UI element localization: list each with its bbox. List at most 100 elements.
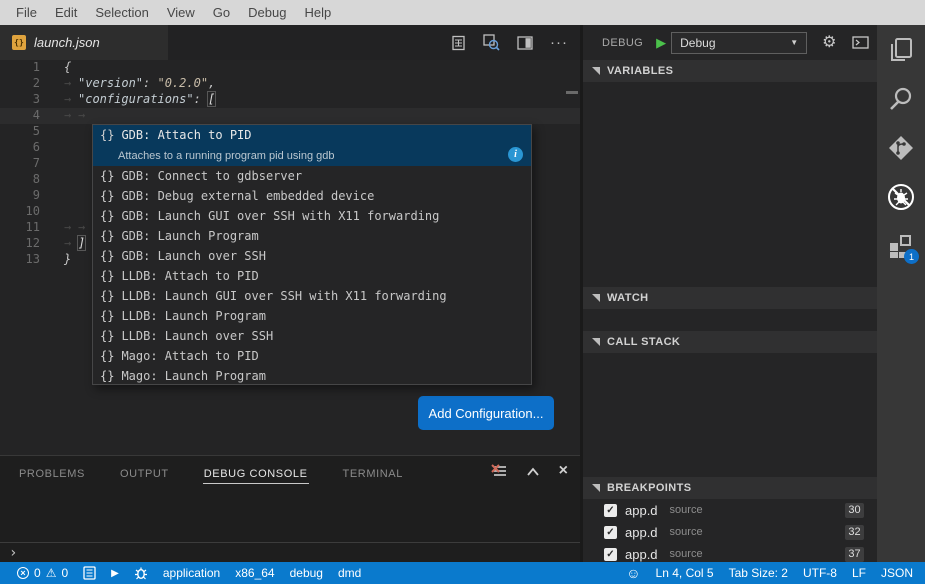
panel-tab[interactable]: DEBUG CONSOLE xyxy=(203,463,309,484)
line-number[interactable]: 8 xyxy=(0,172,40,188)
code-text xyxy=(40,124,64,140)
extensions-icon[interactable]: 1 xyxy=(877,221,925,270)
run-icon[interactable]: ▶ xyxy=(111,568,119,579)
breakpoint-checkbox[interactable] xyxy=(604,526,617,539)
suggest-item[interactable]: {} GDB: Connect to gdbserver xyxy=(93,166,531,186)
breakpoint-file: app.d xyxy=(625,503,658,518)
settings-gear-icon[interactable]: ⚙ xyxy=(822,35,836,51)
suggest-item[interactable]: {} LLDB: Launch Program xyxy=(93,306,531,326)
breakpoints-section-header[interactable]: BREAKPOINTS xyxy=(583,477,877,499)
selected-configuration: Debug xyxy=(680,36,715,50)
suggest-item[interactable]: {} LLDB: Attach to PID xyxy=(93,266,531,286)
call-stack-section-header[interactable]: CALL STACK xyxy=(583,331,877,353)
info-icon[interactable]: i xyxy=(508,147,523,162)
dub-file-icon[interactable] xyxy=(83,566,96,580)
debug-icon[interactable] xyxy=(877,172,925,221)
code-line[interactable]: 3→"configurations": [ xyxy=(0,92,580,108)
code-text: →→ xyxy=(40,220,92,236)
debug-configuration-select[interactable]: Debug ▼ xyxy=(671,32,807,54)
more-actions-icon[interactable]: ··· xyxy=(550,38,568,48)
line-number[interactable]: 3 xyxy=(0,92,40,108)
suggest-item[interactable]: {} LLDB: Launch GUI over SSH with X11 fo… xyxy=(93,286,531,306)
clear-console-icon[interactable] xyxy=(491,464,507,478)
debug-console-input[interactable]: › xyxy=(0,542,580,562)
status-bar-right: ☺ Ln 4, Col 5 Tab Size: 2 UTF-8 LF JSON xyxy=(626,566,913,580)
maximize-panel-icon[interactable] xyxy=(526,467,540,476)
menu-item[interactable]: Help xyxy=(295,5,340,20)
status-item[interactable]: LF xyxy=(852,566,866,580)
source-control-icon[interactable] xyxy=(877,123,925,172)
status-item[interactable]: dmd xyxy=(338,566,361,580)
code-line[interactable]: 4→→ xyxy=(0,108,580,124)
menu-item[interactable]: Go xyxy=(204,5,239,20)
menu-item[interactable]: File xyxy=(7,5,46,20)
menu-item[interactable]: View xyxy=(158,5,204,20)
suggest-label: LLDB: Launch GUI over SSH with X11 forwa… xyxy=(121,289,446,303)
warning-count: 0 xyxy=(61,566,68,580)
split-editor-icon[interactable] xyxy=(517,36,533,50)
suggest-item[interactable]: {} LLDB: Launch over SSH xyxy=(93,326,531,346)
suggest-item-selected[interactable]: {} GDB: Attach to PID Attaches to a runn… xyxy=(93,125,531,166)
breakpoint-checkbox[interactable] xyxy=(604,504,617,517)
line-number[interactable]: 13 xyxy=(0,252,40,268)
line-number[interactable]: 10 xyxy=(0,204,40,220)
suggest-item[interactable]: {} GDB: Launch Program xyxy=(93,226,531,246)
status-item[interactable]: debug xyxy=(290,566,323,580)
suggest-item[interactable]: {} Mago: Launch Program xyxy=(93,366,531,386)
breakpoint-row[interactable]: app.d source 30 xyxy=(583,499,877,521)
code-line[interactable]: 1{ xyxy=(0,60,580,76)
error-icon: × xyxy=(17,567,29,579)
status-bar-left: × 0 ⚠ 0 ▶ application x86_64 debug dmd xyxy=(17,566,361,580)
status-item[interactable]: application xyxy=(163,566,220,580)
start-debug-icon[interactable]: ▶ xyxy=(656,36,666,49)
line-number[interactable]: 9 xyxy=(0,188,40,204)
line-number[interactable]: 11 xyxy=(0,220,40,236)
line-number[interactable]: 2 xyxy=(0,76,40,92)
suggest-item[interactable]: {} GDB: Debug external embedded device xyxy=(93,186,531,206)
status-item[interactable]: UTF-8 xyxy=(803,566,837,580)
feedback-smiley-icon[interactable]: ☺ xyxy=(626,566,640,580)
menu-bar: File Edit Selection View Go Debug Help xyxy=(0,0,925,25)
breakpoint-file: app.d xyxy=(625,547,658,562)
line-number[interactable]: 4 xyxy=(0,108,40,124)
menu-item[interactable]: Debug xyxy=(239,5,295,20)
status-item[interactable]: Tab Size: 2 xyxy=(729,566,788,580)
line-number[interactable]: 7 xyxy=(0,156,40,172)
search-icon[interactable] xyxy=(877,74,925,123)
line-number[interactable]: 6 xyxy=(0,140,40,156)
menu-item[interactable]: Selection xyxy=(86,5,157,20)
code-text xyxy=(40,172,64,188)
line-number[interactable]: 12 xyxy=(0,236,40,252)
variables-section-header[interactable]: VARIABLES xyxy=(583,60,877,82)
status-item[interactable]: JSON xyxy=(881,566,913,580)
line-number[interactable]: 5 xyxy=(0,124,40,140)
suggest-item[interactable]: {} Mago: Attach to PID xyxy=(93,346,531,366)
problems-status[interactable]: × 0 ⚠ 0 xyxy=(17,566,68,580)
snippet-icon: {} xyxy=(100,329,114,343)
add-configuration-button[interactable]: Add Configuration... xyxy=(418,396,554,430)
search-editor-icon[interactable] xyxy=(483,34,500,51)
code-line[interactable]: 2→"version": "0.2.0", xyxy=(0,76,580,92)
breakpoint-row[interactable]: app.d source 37 xyxy=(583,543,877,562)
watch-section-header[interactable]: WATCH xyxy=(583,287,877,309)
breakpoint-row[interactable]: app.d source 32 xyxy=(583,521,877,543)
menu-item[interactable]: Edit xyxy=(46,5,86,20)
code-text xyxy=(40,156,64,172)
bug-icon[interactable] xyxy=(134,566,148,580)
snippet-icon: {} xyxy=(100,369,114,383)
open-preview-icon[interactable] xyxy=(451,35,466,51)
panel-tab[interactable]: PROBLEMS xyxy=(18,463,86,483)
panel-tab[interactable]: TERMINAL xyxy=(342,463,404,483)
tab-launch-json[interactable]: {} launch.json xyxy=(0,25,168,60)
panel-tab[interactable]: OUTPUT xyxy=(119,463,170,483)
close-panel-icon[interactable]: × xyxy=(559,465,568,477)
explorer-icon[interactable] xyxy=(877,25,925,74)
line-number[interactable]: 1 xyxy=(0,60,40,76)
debug-console-icon[interactable] xyxy=(852,36,869,49)
breakpoint-checkbox[interactable] xyxy=(604,548,617,561)
code-text xyxy=(40,188,64,204)
status-item[interactable]: Ln 4, Col 5 xyxy=(656,566,714,580)
status-item[interactable]: x86_64 xyxy=(235,566,274,580)
suggest-item[interactable]: {} GDB: Launch GUI over SSH with X11 for… xyxy=(93,206,531,226)
suggest-item[interactable]: {} GDB: Launch over SSH xyxy=(93,246,531,266)
